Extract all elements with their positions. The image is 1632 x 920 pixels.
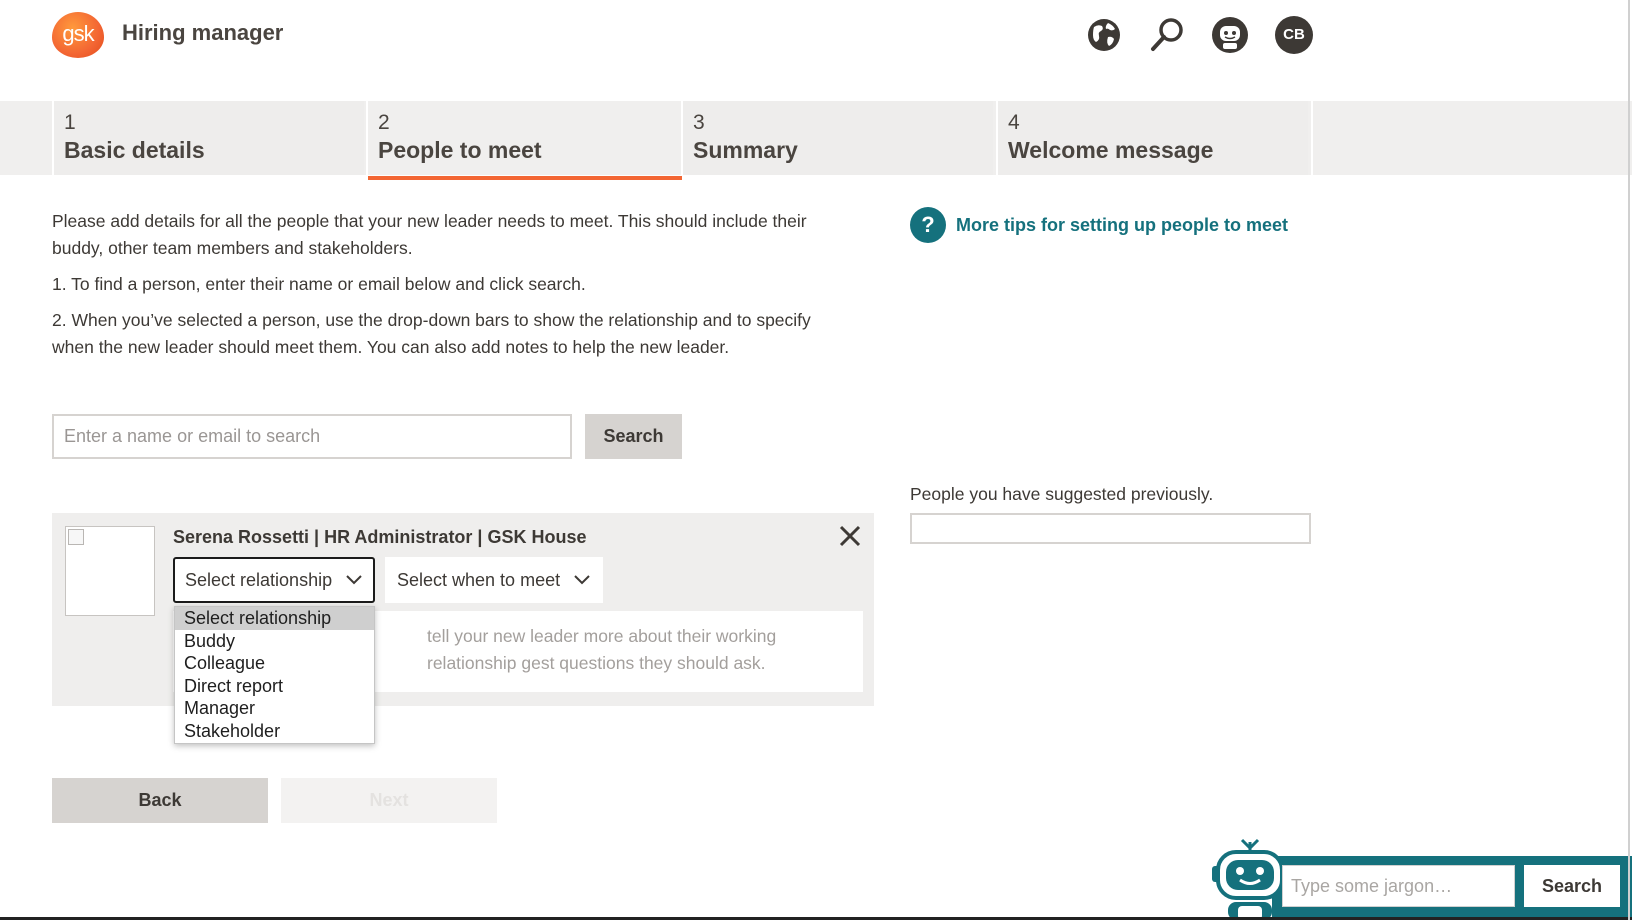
jargon-search-button[interactable]: Search <box>1524 865 1620 907</box>
option-select-relationship[interactable]: Select relationship <box>175 607 374 630</box>
active-step-indicator <box>368 176 682 180</box>
previous-suggestions-list[interactable] <box>910 513 1311 544</box>
step-welcome-message[interactable]: 4 Welcome message <box>996 101 1308 175</box>
step-label: Summary <box>693 137 798 163</box>
next-button[interactable]: Next <box>281 778 497 823</box>
back-button[interactable]: Back <box>52 778 268 823</box>
search-button[interactable]: Search <box>585 414 682 459</box>
intro-step-1: 1. To find a person, enter their name or… <box>52 274 586 294</box>
broken-image-icon <box>68 529 84 545</box>
previous-suggestions-label: People you have suggested previously. <box>910 484 1214 504</box>
more-tips-link[interactable]: ? More tips for setting up people to mee… <box>910 207 1288 243</box>
step-basic-details[interactable]: 1 Basic details <box>52 101 364 175</box>
option-colleague[interactable]: Colleague <box>175 652 374 675</box>
chevron-down-icon <box>346 575 362 585</box>
scrollbar-edge <box>1628 0 1630 920</box>
jargon-input[interactable] <box>1282 865 1515 907</box>
globe-icon[interactable] <box>1085 16 1123 54</box>
when-to-meet-select[interactable]: Select when to meet <box>385 557 603 603</box>
step-number: 3 <box>693 111 705 134</box>
person-search-input[interactable] <box>52 414 572 459</box>
jargon-robot-icon <box>1210 838 1290 920</box>
app-header: gsk Hiring manager CB <box>0 0 1632 100</box>
option-manager[interactable]: Manager <box>175 697 374 720</box>
intro-step-2: 2. When you’ve selected a person, use th… <box>52 310 811 357</box>
more-tips-label: More tips for setting up people to meet <box>956 214 1289 235</box>
step-number: 2 <box>378 111 390 134</box>
robot-icon[interactable] <box>1211 16 1249 54</box>
option-direct-report[interactable]: Direct report <box>175 675 374 698</box>
relationship-dropdown-list[interactable]: Select relationship Buddy Colleague Dire… <box>174 606 375 744</box>
step-bar: 1 Basic details 2 People to meet 3 Summa… <box>0 101 1632 180</box>
relationship-select-value: Select relationship <box>185 569 333 590</box>
help-icon: ? <box>910 207 946 243</box>
step-people-to-meet[interactable]: 2 People to meet <box>366 101 682 180</box>
remove-person-close-icon[interactable] <box>837 523 863 549</box>
user-avatar[interactable]: CB <box>1275 16 1313 54</box>
option-stakeholder[interactable]: Stakeholder <box>175 720 374 743</box>
step-summary[interactable]: 3 Summary <box>681 101 993 175</box>
option-buddy[interactable]: Buddy <box>175 630 374 653</box>
step-label: People to meet <box>378 137 542 163</box>
chevron-down-icon <box>574 575 590 585</box>
relationship-select[interactable]: Select relationship <box>173 557 375 603</box>
gsk-logo[interactable]: gsk <box>52 12 104 58</box>
step-number: 1 <box>64 111 76 134</box>
search-icon[interactable] <box>1148 16 1186 54</box>
person-photo <box>65 526 155 616</box>
step-divider <box>1311 101 1313 175</box>
step-label: Basic details <box>64 137 205 163</box>
person-details: Serena Rossetti | HR Administrator | GSK… <box>173 527 587 547</box>
step-label: Welcome message <box>1008 137 1214 163</box>
when-to-meet-value: Select when to meet <box>397 569 561 590</box>
intro-paragraph: Please add details for all the people th… <box>52 211 807 258</box>
app-title: Hiring manager <box>122 20 284 45</box>
instructions: Please add details for all the people th… <box>52 208 852 370</box>
step-number: 4 <box>1008 111 1020 134</box>
